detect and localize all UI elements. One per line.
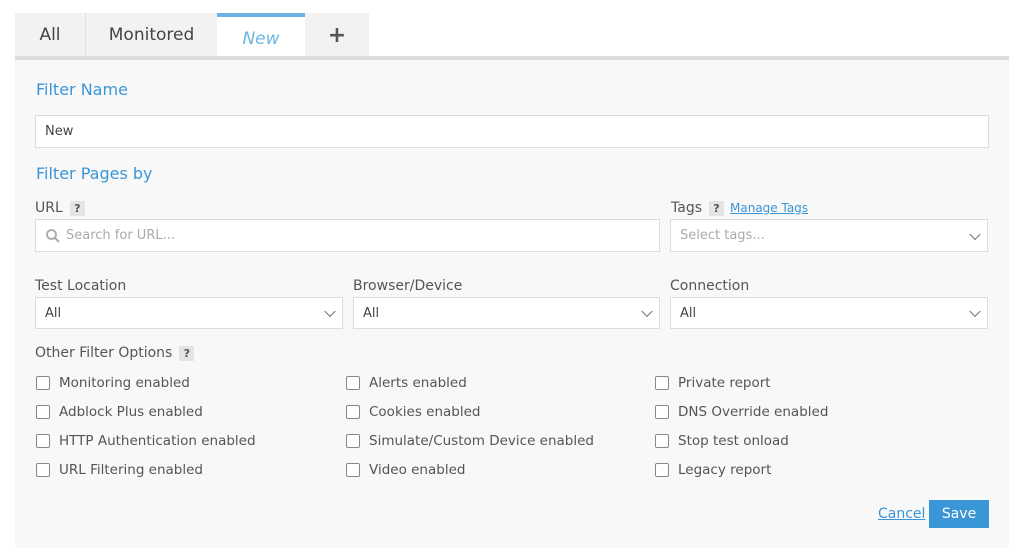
checkbox-cookies-enabled[interactable]: Cookies enabled bbox=[346, 404, 480, 420]
checkbox-label: Legacy report bbox=[678, 462, 772, 478]
chevron-down-icon bbox=[641, 305, 653, 318]
chevron-down-icon bbox=[969, 228, 981, 240]
checkbox-adblock-plus-enabled[interactable]: Adblock Plus enabled bbox=[36, 404, 203, 420]
cancel-button[interactable]: Cancel bbox=[878, 506, 925, 522]
checkbox-http-authentication-enabled[interactable]: HTTP Authentication enabled bbox=[36, 433, 256, 449]
plus-icon: + bbox=[327, 22, 347, 48]
save-button[interactable]: Save bbox=[929, 500, 989, 528]
tab-all[interactable]: All bbox=[15, 13, 86, 57]
checkbox-icon[interactable] bbox=[346, 376, 360, 390]
tags-label: Tags? Manage Tags bbox=[671, 200, 809, 216]
browser-device-label: Browser/Device bbox=[353, 278, 463, 294]
checkbox-icon[interactable] bbox=[655, 434, 669, 448]
checkbox-video-enabled[interactable]: Video enabled bbox=[346, 462, 465, 478]
filter-name-value: New bbox=[45, 124, 74, 139]
chevron-down-icon bbox=[324, 305, 336, 318]
checkbox-icon[interactable] bbox=[655, 376, 669, 390]
checkbox-label: Video enabled bbox=[369, 462, 466, 478]
tags-select[interactable]: Select tags... bbox=[670, 219, 988, 252]
tags-placeholder: Select tags... bbox=[680, 228, 765, 243]
checkbox-legacy-report[interactable]: Legacy report bbox=[655, 462, 771, 478]
checkbox-label: Adblock Plus enabled bbox=[59, 404, 203, 420]
url-search-input[interactable]: Search for URL... bbox=[35, 219, 660, 252]
test-location-label: Test Location bbox=[35, 278, 127, 294]
filter-name-input[interactable]: New bbox=[35, 115, 989, 148]
filter-pages-heading: Filter Pages by bbox=[36, 164, 153, 183]
filter-tabs: All Monitored New + bbox=[15, 13, 369, 60]
checkbox-label: Private report bbox=[678, 375, 771, 391]
checkbox-label: Alerts enabled bbox=[369, 375, 467, 391]
help-icon[interactable]: ? bbox=[69, 200, 85, 216]
checkbox-icon[interactable] bbox=[36, 405, 50, 419]
checkbox-alerts-enabled[interactable]: Alerts enabled bbox=[346, 375, 467, 391]
tab-new[interactable]: New bbox=[217, 13, 305, 60]
connection-select[interactable]: All bbox=[670, 297, 988, 329]
checkbox-private-report[interactable]: Private report bbox=[655, 375, 771, 391]
checkbox-label: URL Filtering enabled bbox=[59, 462, 204, 478]
checkbox-icon[interactable] bbox=[36, 463, 50, 477]
checkbox-dns-override-enabled[interactable]: DNS Override enabled bbox=[655, 404, 828, 420]
tab-monitored[interactable]: Monitored bbox=[86, 13, 217, 57]
url-label: URL? bbox=[35, 200, 85, 216]
test-location-value: All bbox=[45, 305, 62, 321]
other-filter-options-label: Other Filter Options? bbox=[35, 345, 195, 361]
browser-device-select[interactable]: All bbox=[353, 297, 660, 329]
checkbox-icon[interactable] bbox=[655, 405, 669, 419]
checkbox-stop-test-onload[interactable]: Stop test onload bbox=[655, 433, 789, 449]
checkbox-label: Simulate/Custom Device enabled bbox=[369, 433, 594, 449]
checkbox-icon[interactable] bbox=[346, 463, 360, 477]
checkbox-label: DNS Override enabled bbox=[678, 404, 829, 420]
checkbox-label: Cookies enabled bbox=[369, 404, 481, 420]
checkbox-icon[interactable] bbox=[655, 463, 669, 477]
checkbox-monitoring-enabled[interactable]: Monitoring enabled bbox=[36, 375, 190, 391]
checkbox-icon[interactable] bbox=[346, 405, 360, 419]
add-tab-button[interactable]: + bbox=[305, 13, 369, 57]
connection-label: Connection bbox=[670, 278, 750, 294]
filter-name-heading: Filter Name bbox=[36, 80, 128, 99]
browser-device-value: All bbox=[363, 305, 380, 321]
search-icon bbox=[46, 228, 60, 243]
checkbox-label: Stop test onload bbox=[678, 433, 789, 449]
checkbox-icon[interactable] bbox=[36, 434, 50, 448]
chevron-down-icon bbox=[969, 305, 981, 318]
checkbox-label: HTTP Authentication enabled bbox=[59, 433, 256, 449]
manage-tags-link[interactable]: Manage Tags bbox=[730, 201, 808, 215]
url-placeholder: Search for URL... bbox=[66, 228, 175, 243]
checkbox-simulate-custom-device-enabled[interactable]: Simulate/Custom Device enabled bbox=[346, 433, 594, 449]
checkbox-url-filtering-enabled[interactable]: URL Filtering enabled bbox=[36, 462, 203, 478]
checkbox-icon[interactable] bbox=[346, 434, 360, 448]
checkbox-label: Monitoring enabled bbox=[59, 375, 190, 391]
checkbox-icon[interactable] bbox=[36, 376, 50, 390]
help-icon[interactable]: ? bbox=[709, 200, 724, 216]
test-location-select[interactable]: All bbox=[35, 297, 343, 329]
connection-value: All bbox=[680, 305, 697, 321]
help-icon[interactable]: ? bbox=[179, 345, 195, 361]
